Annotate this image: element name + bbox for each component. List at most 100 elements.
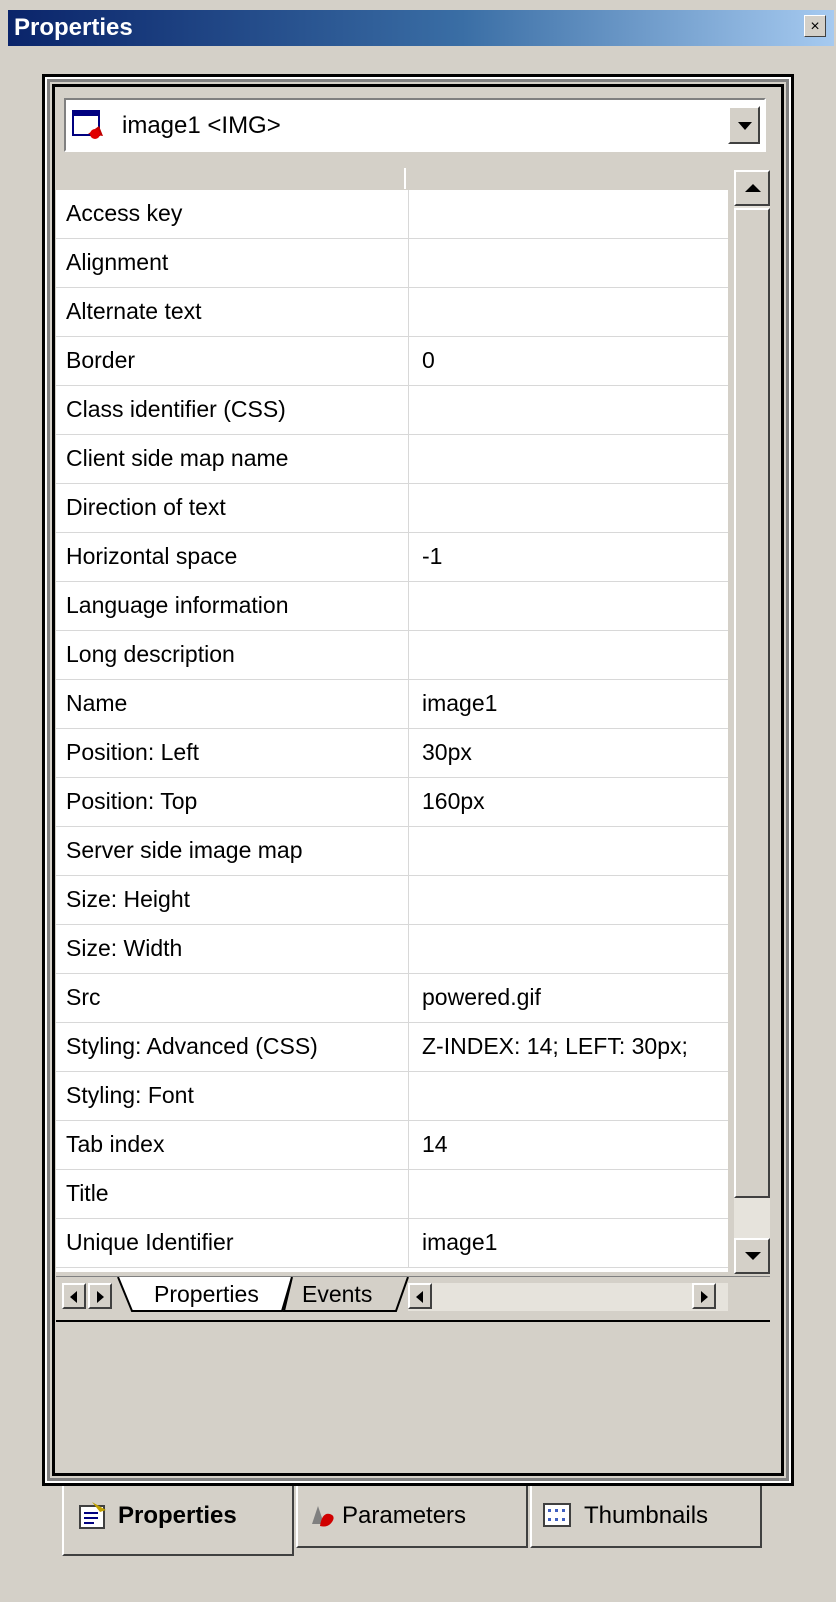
property-row[interactable]: Styling: Advanced (CSS) Z-INDEX: 14; LEFT… — [56, 1023, 728, 1072]
column-divider — [408, 288, 409, 337]
property-name: Class identifier (CSS) — [66, 396, 286, 422]
bottom-tab-thumbnails[interactable]: Thumbnails — [530, 1486, 762, 1548]
column-divider — [408, 533, 409, 582]
element-selector[interactable]: image1 <IMG> — [64, 98, 766, 152]
property-value[interactable]: powered.gif — [422, 984, 722, 1011]
property-row[interactable]: Language information — [56, 582, 728, 631]
column-divider — [408, 582, 409, 631]
property-row[interactable]: Client side map name — [56, 435, 728, 484]
scroll-down-button[interactable] — [734, 1238, 770, 1274]
property-value[interactable]: image1 — [422, 690, 722, 717]
column-divider — [408, 337, 409, 386]
property-name: Language information — [66, 592, 289, 618]
property-row[interactable]: Styling: Font — [56, 1072, 728, 1121]
thumbnails-icon — [542, 1500, 572, 1530]
property-value[interactable]: -1 — [422, 543, 722, 570]
parameters-icon — [308, 1500, 338, 1530]
property-name: Border — [66, 347, 136, 373]
properties-icon — [78, 1500, 108, 1530]
property-row[interactable]: Alignment — [56, 239, 728, 288]
column-divider — [408, 1219, 409, 1268]
property-row[interactable]: Direction of text — [56, 484, 728, 533]
hscroll-left-button[interactable] — [408, 1283, 432, 1309]
column-divider — [408, 435, 409, 484]
property-row[interactable]: Long description — [56, 631, 728, 680]
property-name: Size: Height — [66, 886, 191, 912]
bottom-tab-thumbnails-label: Thumbnails — [584, 1502, 709, 1529]
property-name: Position: Top — [66, 788, 198, 814]
property-row[interactable]: Size: Width — [56, 925, 728, 974]
property-name: Client side map name — [66, 445, 289, 471]
property-row[interactable]: Src powered.gif — [56, 974, 728, 1023]
property-name: Horizontal space — [66, 543, 238, 569]
column-divider — [408, 729, 409, 778]
hscroll-right-button[interactable] — [692, 1283, 716, 1309]
property-row[interactable]: Name image1 — [56, 680, 728, 729]
property-row[interactable]: Size: Height — [56, 876, 728, 925]
property-name: Name — [66, 690, 128, 716]
property-value[interactable]: 30px — [422, 739, 722, 766]
property-row[interactable]: Border 0 — [56, 337, 728, 386]
property-name: Styling: Font — [66, 1082, 194, 1108]
tab-scroll-left-button[interactable] — [62, 1283, 86, 1309]
property-name: Alignment — [66, 249, 169, 275]
property-value[interactable]: Z-INDEX: 14; LEFT: 30px; — [422, 1033, 722, 1060]
tab-properties[interactable]: Properties — [154, 1281, 259, 1315]
column-divider — [408, 778, 409, 827]
property-row[interactable]: Alternate text — [56, 288, 728, 337]
property-value[interactable]: 160px — [422, 788, 722, 815]
column-divider — [408, 484, 409, 533]
property-row[interactable]: Access key — [56, 190, 728, 239]
grid-tab-bar: Properties Events — [56, 1276, 770, 1315]
property-name: Alternate text — [66, 298, 202, 324]
property-name: Src — [66, 984, 101, 1010]
grid-header-name-column[interactable] — [56, 168, 406, 189]
column-divider — [408, 1072, 409, 1121]
property-row[interactable]: Position: Top 160px — [56, 778, 728, 827]
column-divider — [408, 925, 409, 974]
property-value[interactable]: image1 — [422, 1229, 722, 1256]
vertical-scrollbar[interactable] — [734, 170, 770, 1274]
property-name: Styling: Advanced (CSS) — [66, 1033, 318, 1059]
column-divider — [408, 386, 409, 435]
description-pane — [56, 1320, 770, 1470]
scroll-thumb[interactable] — [734, 208, 770, 1198]
bottom-tab-properties-label: Properties — [118, 1502, 237, 1529]
column-divider — [408, 631, 409, 680]
horizontal-scrollbar[interactable] — [408, 1283, 728, 1311]
property-grid: Access key Alignment Alternate text Border 0… — [56, 168, 728, 1272]
bottom-tab-properties[interactable]: Properties — [62, 1486, 294, 1556]
property-row[interactable]: Class identifier (CSS) — [56, 386, 728, 435]
selector-dropdown-button[interactable] — [728, 106, 760, 144]
column-divider — [408, 876, 409, 925]
column-divider — [408, 1170, 409, 1219]
selected-element-label: image1 <IMG> — [122, 112, 281, 139]
tab-events[interactable]: Events — [302, 1281, 372, 1315]
property-name: Position: Left — [66, 739, 199, 765]
property-row[interactable]: Server side image map — [56, 827, 728, 876]
close-button[interactable]: × — [804, 15, 826, 37]
property-name: Direction of text — [66, 494, 226, 520]
property-row[interactable]: Horizontal space -1 — [56, 533, 728, 582]
property-row[interactable]: Title — [56, 1170, 728, 1219]
window-title: Properties — [14, 14, 133, 41]
property-value[interactable]: 0 — [422, 347, 722, 374]
bottom-tab-parameters-label: Parameters — [342, 1502, 467, 1529]
column-divider — [408, 974, 409, 1023]
property-row[interactable]: Position: Left 30px — [56, 729, 728, 778]
image-element-icon — [72, 110, 104, 140]
property-name: Access key — [66, 200, 183, 226]
property-value[interactable]: 14 — [422, 1131, 722, 1158]
column-divider — [408, 190, 409, 239]
title-bar: Properties × — [8, 10, 834, 46]
bottom-tab-strip: Properties Parameters Thumbnails — [56, 1486, 776, 1558]
property-name: Unique Identifier — [66, 1229, 234, 1255]
scroll-up-button[interactable] — [734, 170, 770, 206]
tab-scroll-right-button[interactable] — [88, 1283, 112, 1309]
property-name: Tab index — [66, 1131, 165, 1157]
property-row[interactable]: Tab index 14 — [56, 1121, 728, 1170]
property-name: Long description — [66, 641, 235, 667]
bottom-tab-parameters[interactable]: Parameters — [296, 1486, 528, 1548]
column-divider — [408, 239, 409, 288]
property-row[interactable]: Unique Identifier image1 — [56, 1219, 728, 1268]
